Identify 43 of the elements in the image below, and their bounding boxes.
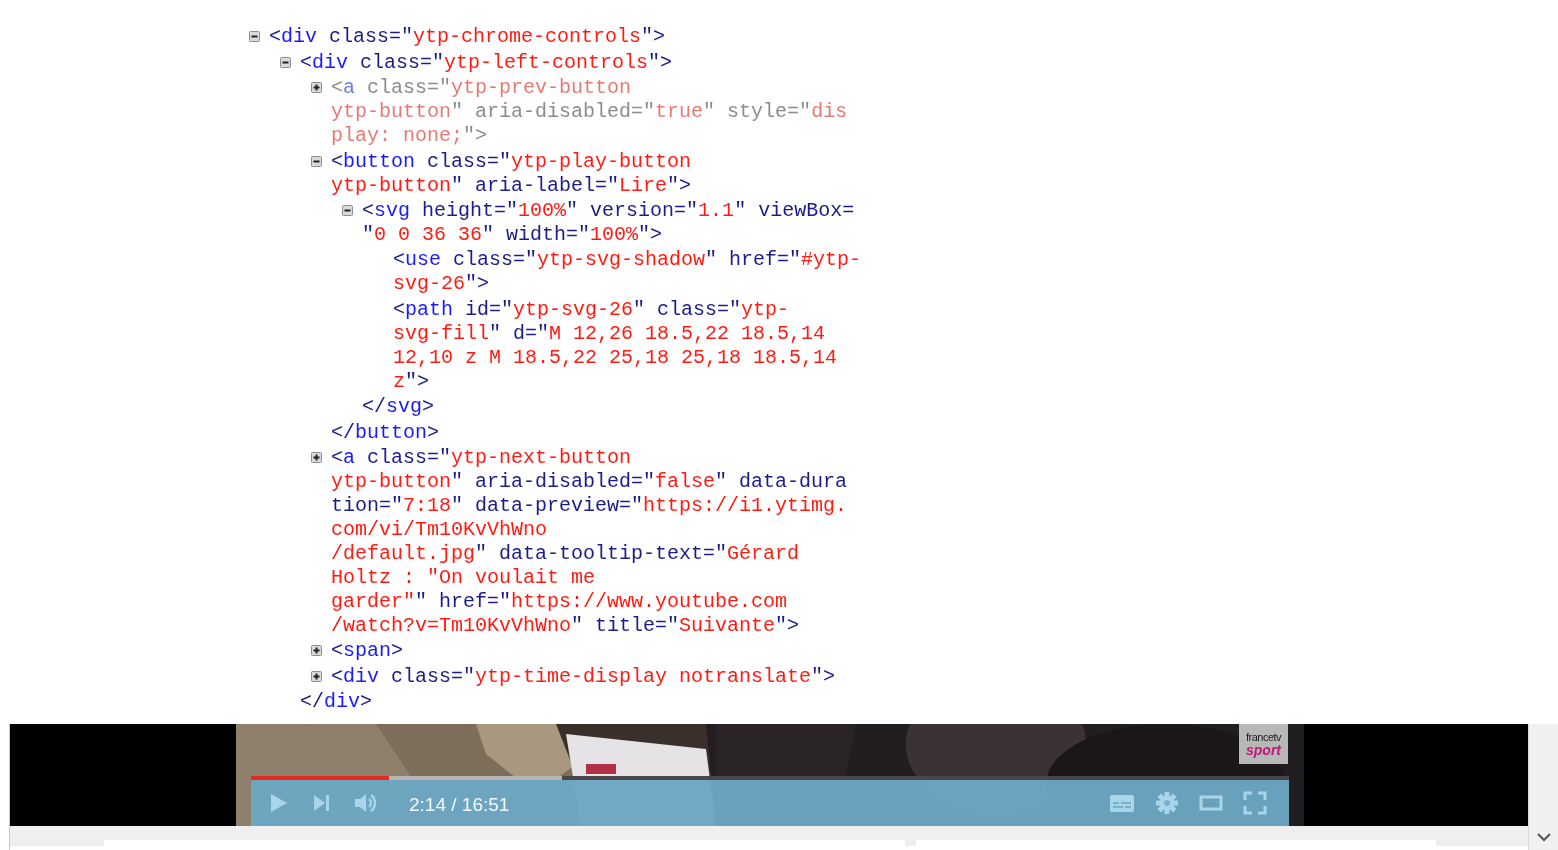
code-line: <span> bbox=[331, 639, 404, 664]
code-line: <a class="ytp-prev-button bbox=[331, 76, 633, 101]
code-line: 12,10 z M 18.5,22 25,18 25,18 18.5,14 bbox=[393, 345, 838, 370]
code-line: <div class="ytp-time-display notranslate"> bbox=[331, 664, 836, 689]
expand-toggle[interactable] bbox=[311, 82, 322, 94]
logo-text: francetv bbox=[1245, 731, 1282, 743]
code-line: </div> bbox=[300, 690, 373, 715]
chevron-down-icon[interactable] bbox=[1536, 833, 1551, 842]
code-line: svg-fill" d="M 12,26 18.5,22 18.5,14 bbox=[393, 321, 827, 346]
code-line: <button class="ytp-play-button bbox=[331, 149, 692, 174]
progress-bar[interactable] bbox=[251, 776, 1289, 780]
code-line: <use class="ytp-svg-shadow" href="#ytp- bbox=[393, 248, 862, 273]
code-line: svg-26"> bbox=[393, 272, 491, 297]
code-line: </button> bbox=[331, 420, 440, 445]
code-line: z"> bbox=[393, 369, 431, 394]
code-line: <a class="ytp-next-button bbox=[331, 445, 633, 470]
code-line: play: none;"> bbox=[331, 124, 489, 149]
code-line: <svg height="100%" version="1.1" viewBox= bbox=[362, 198, 855, 223]
expand-toggle[interactable] bbox=[311, 451, 322, 463]
code-line: <path id="ytp-svg-26" class="ytp- bbox=[393, 297, 791, 322]
code-line: <div class="ytp-chrome-controls"> bbox=[269, 25, 666, 50]
collapse-toggle[interactable] bbox=[342, 204, 353, 216]
code-line: ytp-button" aria-disabled="false" data-dura bbox=[331, 469, 848, 494]
code-line: /default.jpg" data-tooltip-text="Gérard bbox=[331, 541, 801, 566]
collapse-toggle[interactable] bbox=[249, 31, 260, 43]
vertical-scrollbar[interactable] bbox=[1528, 724, 1558, 850]
collapse-toggle[interactable] bbox=[311, 155, 322, 167]
code-line: </svg> bbox=[362, 395, 435, 420]
code-line: Holtz : "On voulait me bbox=[331, 565, 597, 590]
code-line: ytp-button" aria-disabled="true" style="dis bbox=[331, 100, 848, 125]
time-display: 2:14 / 16:51 bbox=[409, 794, 510, 816]
collapse-toggle[interactable] bbox=[280, 56, 291, 68]
logo-text: sport bbox=[1246, 742, 1281, 757]
code-line: "0 0 36 36" width="100%"> bbox=[362, 222, 664, 247]
code-line: /watch?v=Tm10KvVhWno" title="Suivante"> bbox=[331, 613, 801, 638]
code-line: tion="7:18" data-preview="https://i1.ytimg. bbox=[331, 493, 848, 518]
expand-toggle[interactable] bbox=[311, 645, 322, 657]
code-line: <div class="ytp-left-controls"> bbox=[300, 50, 673, 75]
code-line: ytp-button" aria-label="Lire"> bbox=[331, 173, 692, 198]
code-line: com/vi/Tm10KvVhWno bbox=[331, 517, 549, 542]
code-line: garder"" href="https://www.youtube.com bbox=[331, 589, 789, 614]
horizontal-scrollbar[interactable] bbox=[10, 826, 1528, 846]
expand-toggle[interactable] bbox=[311, 670, 322, 682]
